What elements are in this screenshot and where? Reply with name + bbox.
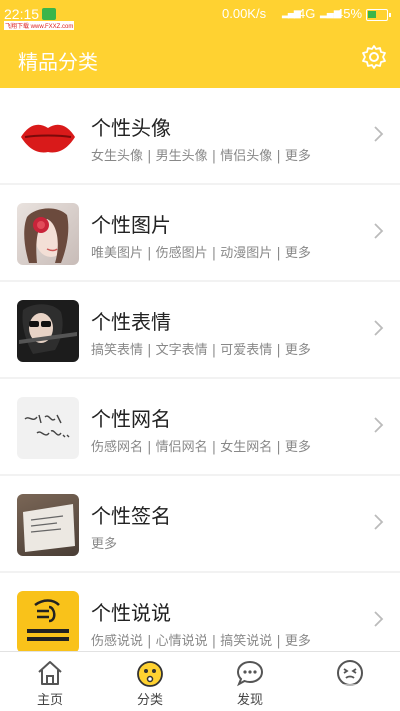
status-bar: 22:15 飞翔下载 www.FXXZ.com 0.00K/s ▂▄▆ 4G ▂… [0,0,400,30]
category-name: 个性说说 [91,601,171,625]
category-subtitle: 搞笑表情 | 文字表情 | 可爱表情 | 更多 [91,343,311,358]
sunglasses-girl-image [17,300,79,362]
battery-percent: 45% [336,6,363,21]
category-subtitle: 女生头像 | 男生头像 | 情侣头像 | 更多 [91,149,311,164]
chevron-right-icon [374,514,384,530]
battery-icon [366,9,391,21]
status-time: 22:15 [4,6,40,22]
category-name: 个性网名 [91,407,171,431]
chevron-right-icon [374,611,384,627]
chevron-right-icon [374,126,384,142]
category-subtitle: 伤感说说 | 心情说说 | 搞笑说说 | 更多 [91,634,311,649]
app-header: 精品分类 [0,30,400,88]
sim-icon [42,8,56,20]
page-title: 精品分类 [18,50,98,74]
chevron-right-icon [374,223,384,239]
girl-rose-image [17,203,79,265]
battery-fill [368,11,376,18]
list-item-emoji[interactable]: 个性表情 搞笑表情 | 文字表情 | 可爱表情 | 更多 [0,282,400,377]
handwriting-image [17,397,79,459]
watermark-text: 飞翔下载 www.FXXZ.com [4,21,75,30]
chevron-right-icon [374,417,384,433]
category-subtitle: 伤感网名 | 情侣网名 | 女生网名 | 更多 [91,440,311,455]
gear-icon[interactable] [361,44,387,70]
tab-category[interactable]: 分类 [100,652,200,711]
category-name: 个性表情 [91,310,171,334]
net-speed: 0.00K/s [222,6,267,21]
note-paper-image [17,494,79,556]
tab-home[interactable]: 主页 [0,652,100,711]
chevron-right-icon [374,320,384,336]
category-subtitle: 更多 [91,537,118,552]
network-type: 4G [298,6,316,21]
site-watermark-logo [307,677,395,707]
list-item-picture[interactable]: 个性图片 唯美图片 | 伤感图片 | 动漫图片 | 更多 [0,185,400,280]
tab-discover[interactable]: 发现 [200,652,300,711]
home-icon [38,661,62,685]
list-item-nickname[interactable]: 个性网名 伤感网名 | 情侣网名 | 女生网名 | 更多 [0,379,400,474]
category-name: 个性图片 [91,213,171,237]
category-subtitle: 唯美图片 | 伤感图片 | 动漫图片 | 更多 [91,246,311,261]
lips-image [17,106,79,168]
category-name: 个性头像 [91,116,171,140]
tab-label: 主页 [36,693,63,708]
tab-label: 分类 [136,693,163,708]
chat-bubble-icon [236,660,264,687]
tab-label: 发现 [236,693,263,708]
category-face-icon [137,661,163,687]
list-item-signature[interactable]: 个性签名 更多 [0,476,400,571]
list-item-avatar[interactable]: 个性头像 女生头像 | 男生头像 | 情侣头像 | 更多 [0,88,400,183]
yellow-plug-image [17,591,79,653]
category-name: 个性签名 [91,504,171,528]
